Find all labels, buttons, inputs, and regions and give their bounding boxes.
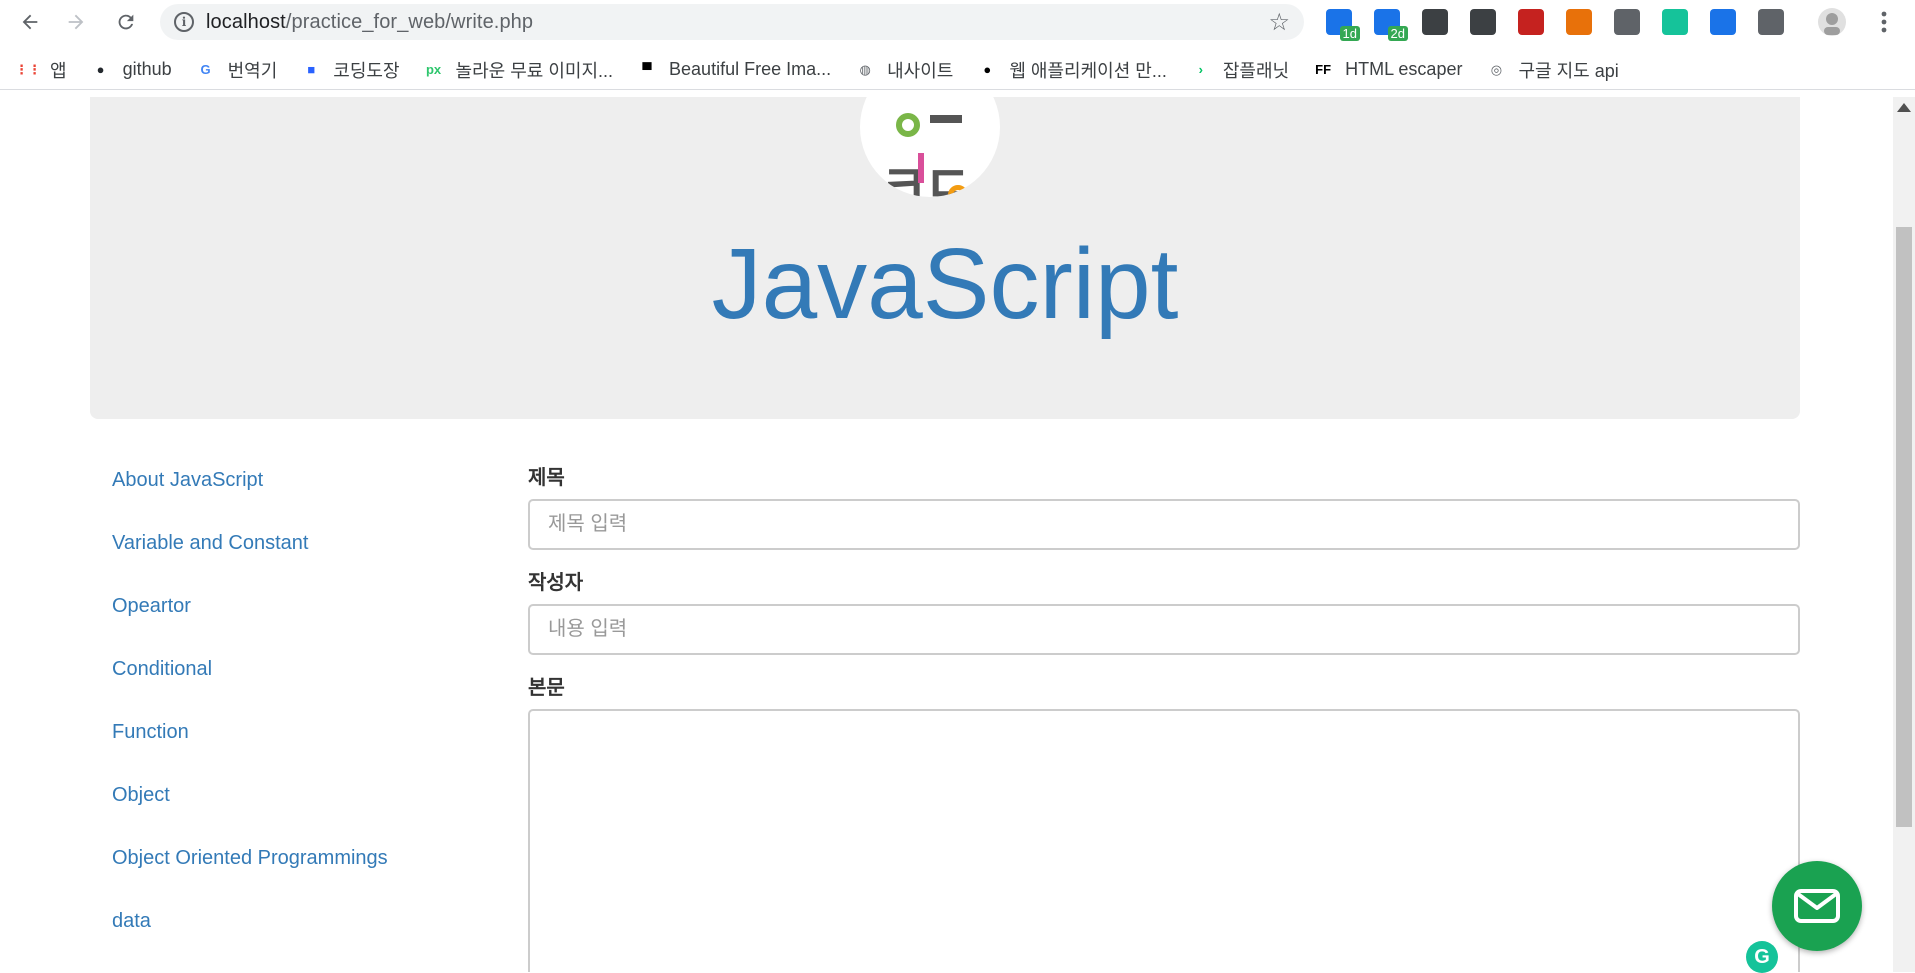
site-logo[interactable]: ㅋㄷ [860,97,1000,197]
nav-link[interactable]: Conditional [112,656,472,719]
apps-grid-icon: ⋮⋮ [15,61,41,77]
info-box-icon[interactable] [1470,9,1496,35]
page-scrollbar[interactable] [1893,97,1915,972]
bookmark-label: Beautiful Free Ima... [669,59,832,79]
url-path: /practice_for_web/write.php [285,10,534,33]
calendar-icon[interactable]: 1d [1326,9,1360,41]
extension-badge: 2d [1387,26,1408,41]
dojang-icon: ■ [307,62,316,77]
mail-fab-button[interactable] [1772,861,1862,951]
bookmark-item[interactable]: › 잡플래닛 [1191,57,1289,83]
menu-button[interactable] [1868,6,1900,38]
envelope-icon [1794,889,1840,923]
forward-button[interactable] [60,6,92,38]
bookmark-label: 놀라운 무료 이미지... [455,60,614,81]
bookmark-item[interactable]: ● github [91,59,172,80]
drive-icon[interactable] [1614,9,1640,35]
bookmark-label: 잡플래닛 [1222,60,1290,81]
grammarly-icon[interactable]: G [1746,941,1778,973]
ff-icon: FF [1315,62,1332,77]
github-icon: ● [96,62,105,77]
scroll-up-arrow-icon[interactable] [1897,103,1911,112]
bookmark-label: 구글 지도 api [1518,60,1619,81]
arrow-right-icon [68,14,84,30]
kebab-menu-icon [1881,11,1887,33]
arrow-left-icon [22,14,38,30]
bookmark-item[interactable]: FF HTML escaper [1313,59,1462,80]
ex-icon[interactable] [1566,9,1592,35]
maps-icon: ◎ [1490,61,1503,77]
google-icon: G [200,62,211,77]
bookmark-item[interactable]: ◍ 내사이트 [855,57,953,83]
side-navigation: About JavaScript Variable and Constant Ope… [112,467,472,971]
bookmark-item[interactable]: ■ 코딩도장 [301,57,399,83]
url-host: localhost [206,10,286,33]
nav-link[interactable]: Object [112,782,472,845]
profile-avatar[interactable] [1816,6,1848,38]
jobplanet-icon: › [1198,62,1204,77]
author-input[interactable] [528,604,1800,655]
circle-icon: ● [983,62,992,77]
logo-pink-stroke [918,153,924,183]
reload-button[interactable] [110,6,142,38]
bookmark-label: 웹 애플리케이션 만... [1009,60,1167,81]
bookmarks-bar: ⋮⋮ 앱 ● github G 번역기 ■ 코딩도장 px 놀라운 무료 이미지... ▀ Beaut… [0,50,1915,90]
url-text[interactable]: localhost/practice_for_web/write.php [206,11,533,34]
nav-link[interactable]: data [112,908,472,971]
info-icon[interactable]: i [174,12,194,32]
body-label: 본문 [528,677,565,699]
bookmark-label: 내사이트 [887,60,954,81]
gmail-icon[interactable]: 2d [1374,9,1408,41]
bookmark-label: 앱 [50,60,67,81]
clock-icon[interactable] [1710,9,1736,35]
browser-toolbar: i localhost/practice_for_web/write.php ☆… [0,0,1915,44]
lightbulb-icon[interactable] [1422,9,1448,35]
bookmark-item[interactable]: G 번역기 [196,57,278,83]
cast-icon[interactable] [1518,9,1544,35]
pixabay-icon: px [425,62,442,77]
bookmark-label: 번역기 [227,60,278,81]
nav-link[interactable]: Variable and Constant [112,530,472,593]
grammarly-icon[interactable] [1662,9,1688,35]
logo-ring-green [896,113,920,137]
write-form: 제목 작성자 본문 [528,465,1800,972]
address-bar[interactable]: i localhost/practice_for_web/write.php ☆ [160,4,1304,40]
reload-icon [118,14,134,30]
scroll-thumb[interactable] [1896,227,1912,827]
bookmark-item[interactable]: px 놀라운 무료 이미지... [424,57,613,83]
title-label: 제목 [528,467,565,489]
bookmark-item[interactable]: ◎ 구글 지도 api [1486,57,1619,83]
logo-bar [930,115,962,123]
bookmark-item[interactable]: ▀ Beautiful Free Ima... [637,59,831,80]
bookmark-label: 코딩도장 [333,60,400,81]
page-viewport: ㅋㄷ JavaScript About JavaScriptVariable a… [0,97,1893,972]
bookmark-item[interactable]: ● 웹 애플리케이션 만... [977,57,1166,83]
title-input[interactable] [528,499,1800,550]
page-title: JavaScript [711,228,1179,340]
nav-link[interactable]: Opeartor [112,593,472,656]
tag-icon[interactable] [1758,9,1784,35]
body-textarea[interactable] [528,709,1800,972]
unsplash-icon: ▀ [642,62,652,77]
nav-link[interactable]: Object Oriented Programmings [112,845,472,908]
bookmark-item[interactable]: ⋮⋮ 앱 [15,57,67,83]
jumbotron-header: ㅋㄷ JavaScript [90,97,1800,419]
avatar-icon [1818,8,1846,36]
bookmark-label: HTML escaper [1345,59,1463,79]
author-label: 작성자 [528,572,584,594]
back-button[interactable] [14,6,46,38]
extension-badge: 1d [1339,26,1360,41]
bookmark-label: github [122,59,172,79]
globe-icon: ◍ [859,61,871,77]
bookmark-star-icon[interactable]: ☆ [1268,8,1290,37]
nav-link[interactable]: About JavaScript [112,467,472,530]
nav-link[interactable]: Function [112,719,472,782]
